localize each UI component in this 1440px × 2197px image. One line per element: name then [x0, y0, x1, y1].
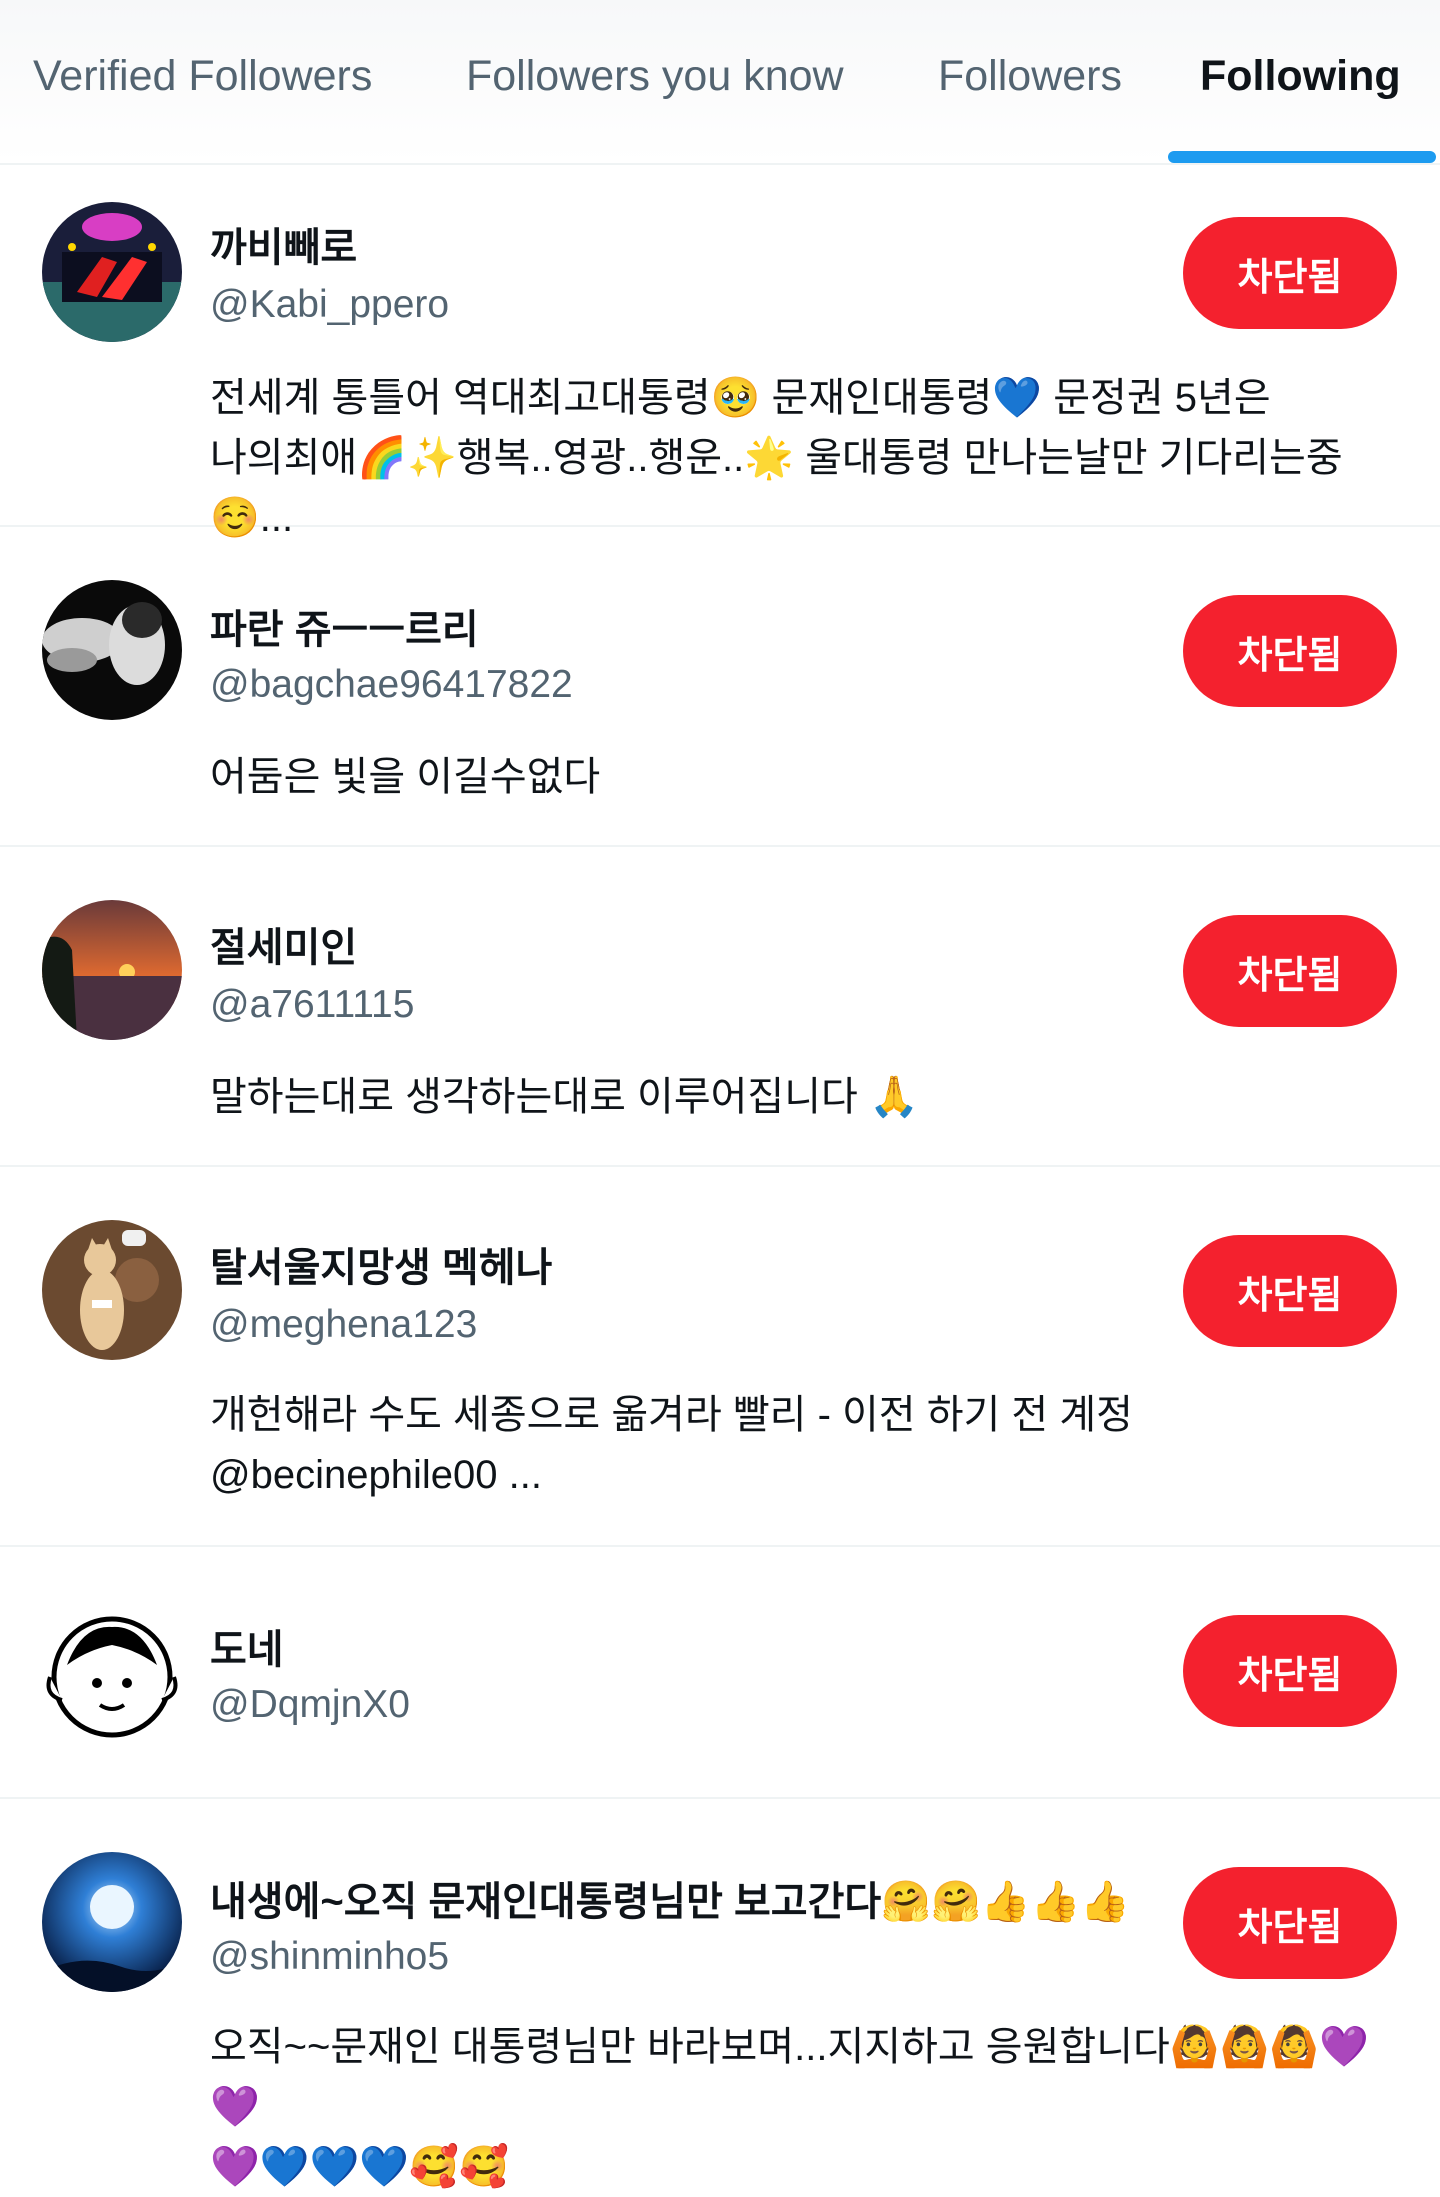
user-row[interactable]: 내생에~오직 문재인대통령님만 보고간다🤗🤗👍👍👍 @shinminho5 오직…	[0, 1799, 1440, 2189]
avatar-image-smoke-icon	[42, 580, 182, 720]
tab-following[interactable]: Following	[1200, 52, 1401, 101]
user-row[interactable]: 까비빼로 @Kabi_ppero 전세계 통틀어 역대최고대통령🥹 문재인대통령…	[0, 165, 1440, 540]
display-name[interactable]: 내생에~오직 문재인대통령님만 보고간다🤗🤗👍👍👍	[210, 1869, 1130, 1927]
user-bio: 개헌해라 수도 세종으로 옮겨라 빨리 - 이전 하기 전 계정 @becine…	[210, 1393, 1133, 1497]
user-bio: 말하는대로 생각하는대로 이루어집니다 🙏	[210, 1075, 919, 1119]
avatar[interactable]	[42, 1605, 182, 1745]
avatar[interactable]	[42, 900, 182, 1040]
tab-followers[interactable]: Followers	[938, 52, 1122, 101]
avatar[interactable]	[42, 1852, 182, 1992]
display-name[interactable]: 탈서울지망생 멕헤나	[210, 1235, 552, 1293]
active-tab-indicator	[1168, 151, 1436, 163]
tab-followers-you-know[interactable]: Followers you know	[466, 52, 844, 101]
tab-verified-followers[interactable]: Verified Followers	[33, 52, 372, 101]
user-bio: 전세계 통틀어 역대최고대통령🥹 문재인대통령💙 문정권 5년은 나의최애🌈✨행…	[210, 376, 1343, 540]
user-bio: 어둠은 빛을 이길수없다	[210, 755, 601, 799]
user-row[interactable]: 파란 쥬ㅡㅡ르리 @bagchae96417822 어둠은 빛을 이길수없다 차…	[0, 527, 1440, 847]
avatar-image-sunset-icon	[42, 900, 182, 1040]
user-handle[interactable]: @a7611115	[210, 983, 414, 1027]
avatar[interactable]	[42, 580, 182, 720]
blocked-button[interactable]: 차단됨	[1183, 1867, 1397, 1979]
user-handle[interactable]: @meghena123	[210, 1303, 477, 1347]
display-name[interactable]: 까비빼로	[210, 215, 357, 273]
avatar-image-cat-icon	[42, 1220, 182, 1360]
blocked-button[interactable]: 차단됨	[1183, 1615, 1397, 1727]
avatar-image-casino-icon	[42, 202, 182, 342]
blocked-button[interactable]: 차단됨	[1183, 217, 1397, 329]
user-row[interactable]: 탈서울지망생 멕헤나 @meghena123 개헌해라 수도 세종으로 옮겨라 …	[0, 1167, 1440, 1547]
blocked-button[interactable]: 차단됨	[1183, 915, 1397, 1027]
user-handle[interactable]: @shinminho5	[210, 1935, 449, 1979]
blocked-button[interactable]: 차단됨	[1183, 595, 1397, 707]
tab-bar: Verified Followers Followers you know Fo…	[0, 0, 1440, 165]
user-handle[interactable]: @Kabi_ppero	[210, 283, 449, 327]
blocked-button[interactable]: 차단됨	[1183, 1235, 1397, 1347]
avatar[interactable]	[42, 202, 182, 342]
user-handle[interactable]: @DqmjnX0	[210, 1683, 410, 1727]
display-name[interactable]: 파란 쥬ㅡㅡ르리	[210, 597, 479, 655]
user-row[interactable]: 절세미인 @a7611115 말하는대로 생각하는대로 이루어집니다 🙏 차단됨	[0, 847, 1440, 1167]
display-name[interactable]: 절세미인	[210, 915, 357, 973]
user-bio: 오직~~문재인 대통령님만 바라보며...지지하고 응원합니다🙆🙆🙆💜💜 💜💙💙…	[210, 2025, 1370, 2189]
user-row[interactable]: 도네 @DqmjnX0 차단됨	[0, 1547, 1440, 1799]
display-name[interactable]: 도네	[210, 1617, 284, 1675]
avatar[interactable]	[42, 1220, 182, 1360]
avatar-image-cartoon-face-icon	[42, 1605, 182, 1745]
user-handle[interactable]: @bagchae96417822	[210, 663, 573, 707]
avatar-image-moon-icon	[42, 1852, 182, 1992]
